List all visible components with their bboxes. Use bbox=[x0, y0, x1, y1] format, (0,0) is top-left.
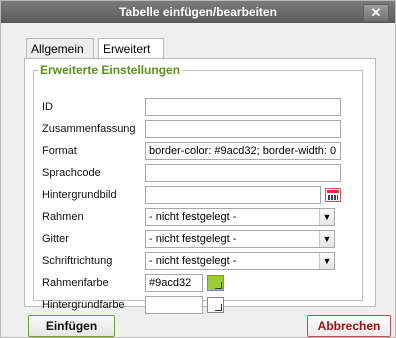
close-icon[interactable]: ✕ bbox=[363, 4, 389, 22]
tab-general[interactable]: Allgemein bbox=[26, 38, 94, 58]
format-label: Format bbox=[42, 145, 77, 157]
background-color-label: Hintergrundfarbe bbox=[42, 299, 125, 311]
border-select-value: - nicht festgelegt - bbox=[149, 211, 237, 223]
language-code-input[interactable] bbox=[145, 164, 341, 182]
summary-label: Zusammenfassung bbox=[42, 123, 136, 135]
advanced-settings-title: Erweiterte Einstellungen bbox=[40, 63, 181, 77]
text-direction-label: Schriftrichtung bbox=[42, 255, 113, 267]
calendar-icon[interactable] bbox=[325, 188, 341, 202]
insert-button[interactable]: Einfügen bbox=[28, 315, 115, 337]
summary-input[interactable] bbox=[145, 120, 341, 138]
background-image-input[interactable] bbox=[145, 186, 321, 204]
grid-select-value: - nicht festgelegt - bbox=[149, 233, 237, 245]
id-label: ID bbox=[42, 101, 53, 113]
dialog-titlebar: Tabelle einfügen/bearbeiten ✕ bbox=[1, 1, 395, 23]
border-color-swatch[interactable] bbox=[207, 275, 224, 291]
dialog-title: Tabelle einfügen/bearbeiten bbox=[119, 5, 277, 19]
border-color-label: Rahmenfarbe bbox=[42, 277, 109, 289]
border-label: Rahmen bbox=[42, 211, 84, 223]
id-input[interactable] bbox=[145, 98, 341, 116]
background-color-swatch[interactable] bbox=[207, 297, 224, 313]
background-image-label: Hintergrundbild bbox=[42, 189, 117, 201]
cancel-button[interactable]: Abbrechen bbox=[307, 315, 391, 337]
chevron-down-icon: ▼ bbox=[319, 209, 334, 225]
chevron-down-icon: ▼ bbox=[319, 253, 334, 269]
background-color-input[interactable] bbox=[145, 296, 203, 314]
grid-select[interactable]: - nicht festgelegt - ▼ bbox=[145, 230, 335, 248]
table-dialog: Tabelle einfügen/bearbeiten ✕ Allgemein … bbox=[0, 0, 396, 338]
chevron-down-icon: ▼ bbox=[319, 231, 334, 247]
text-direction-select-value: - nicht festgelegt - bbox=[149, 255, 237, 267]
language-code-label: Sprachcode bbox=[42, 167, 101, 179]
border-color-input[interactable]: #9acd32 bbox=[145, 274, 203, 292]
format-input[interactable]: border-color: #9acd32; border-width: 0 bbox=[145, 142, 341, 160]
border-select[interactable]: - nicht festgelegt - ▼ bbox=[145, 208, 335, 226]
advanced-settings-fieldset: Erweiterte Einstellungen ID Zusammenfass… bbox=[33, 63, 363, 314]
grid-label: Gitter bbox=[42, 233, 69, 245]
advanced-panel: Erweiterte Einstellungen ID Zusammenfass… bbox=[24, 58, 376, 314]
text-direction-select[interactable]: - nicht festgelegt - ▼ bbox=[145, 252, 335, 270]
tab-advanced[interactable]: Erweitert bbox=[98, 38, 164, 59]
